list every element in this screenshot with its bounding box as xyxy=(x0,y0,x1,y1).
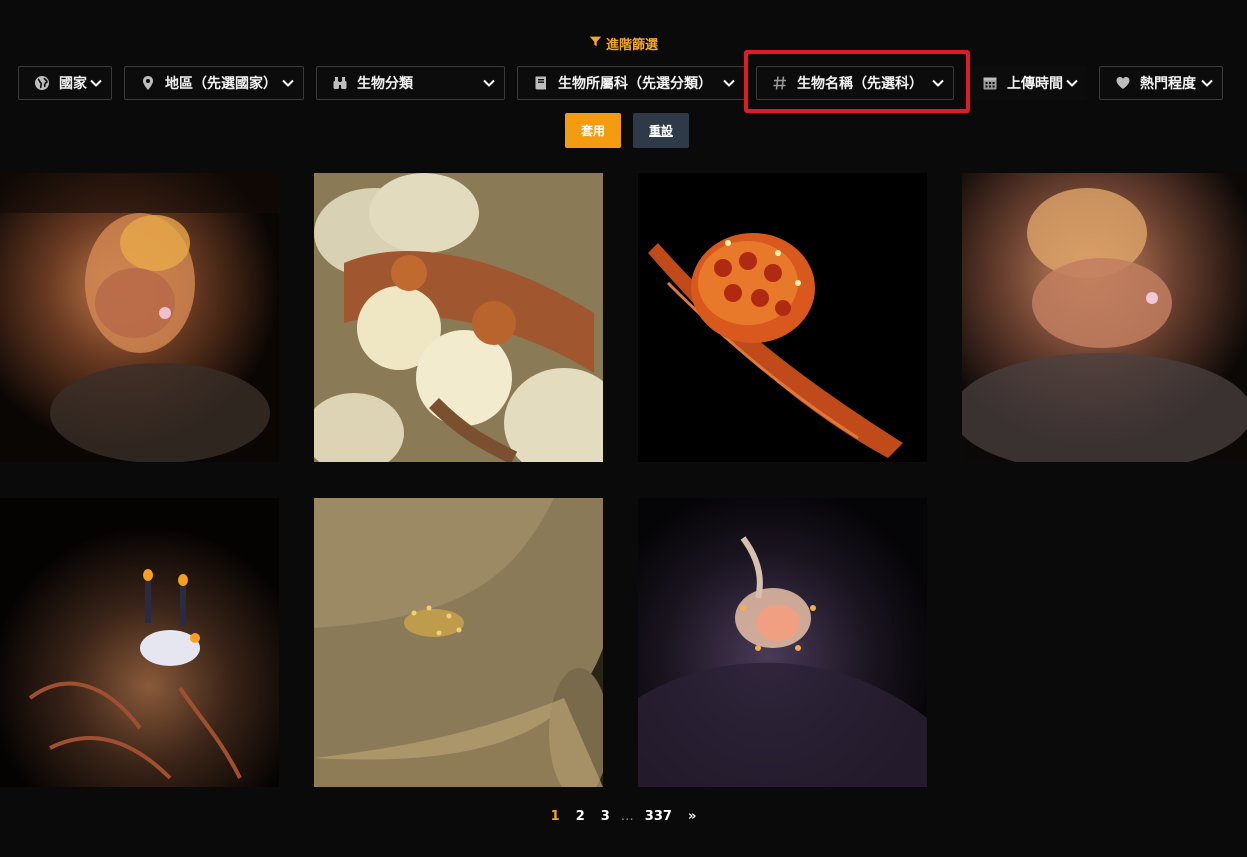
chevron-down-icon xyxy=(482,76,496,90)
gallery-photo[interactable] xyxy=(0,173,279,462)
hashtag-icon xyxy=(771,75,788,92)
chevron-down-icon xyxy=(931,76,945,90)
gallery-page: 進階篩選 國家 地區（先選國家） 生物分類 生物所屬科（先選分類） 生物名稱（先… xyxy=(0,0,1247,857)
page-link[interactable]: 3 xyxy=(601,809,610,824)
popularity-dropdown[interactable]: 熱門程度 xyxy=(1099,66,1223,100)
gallery-photo[interactable] xyxy=(962,173,1247,462)
filter-icon xyxy=(589,35,602,52)
next-page-link[interactable]: » xyxy=(688,809,696,824)
family-dropdown[interactable]: 生物所屬科（先選分類） xyxy=(517,66,745,100)
shrimp-in-anemone-photo xyxy=(638,498,927,787)
gallery-photo[interactable] xyxy=(638,173,927,462)
reset-button[interactable]: 重設 xyxy=(633,113,689,148)
shrimp-on-coral-photo xyxy=(314,498,603,787)
classification-dropdown[interactable]: 生物分類 xyxy=(316,66,505,100)
gallery-photo[interactable] xyxy=(314,498,603,787)
pagination-ellipsis: … xyxy=(620,808,634,824)
region-dropdown[interactable]: 地區（先選國家） xyxy=(124,66,304,100)
family-label: 生物所屬科（先選分類） xyxy=(558,76,712,92)
heart-icon xyxy=(1114,75,1131,92)
species-name-label: 生物名稱（先選科） xyxy=(797,76,923,92)
apply-button[interactable]: 套用 xyxy=(565,113,621,148)
calendar-icon xyxy=(981,75,998,92)
anemone-shrimp-photo-2 xyxy=(962,173,1247,462)
book-icon xyxy=(532,75,549,92)
page-link-current[interactable]: 1 xyxy=(551,809,560,824)
upload-time-label: 上傳時間 xyxy=(1007,76,1063,92)
species-name-dropdown[interactable]: 生物名稱（先選科） xyxy=(756,66,954,100)
map-pin-icon xyxy=(139,75,156,92)
globe-icon xyxy=(33,75,50,92)
classification-label: 生物分類 xyxy=(357,76,413,92)
chevron-down-icon xyxy=(722,76,736,90)
gallery-photo[interactable] xyxy=(0,498,279,787)
country-label: 國家 xyxy=(59,76,87,92)
chevron-down-icon xyxy=(1200,76,1214,90)
nudibranch-photo xyxy=(0,498,279,787)
gallery-photo[interactable] xyxy=(314,173,603,462)
pagination: 1 2 3 … 337 » xyxy=(0,806,1247,826)
page-link[interactable]: 2 xyxy=(576,809,585,824)
anemone-shrimp-photo xyxy=(0,173,279,462)
chevron-down-icon xyxy=(89,76,103,90)
flamingo-tongue-snail-photo xyxy=(638,173,927,462)
region-label: 地區（先選國家） xyxy=(165,76,277,92)
gallery-photo[interactable] xyxy=(638,498,927,787)
boxer-crab-photo xyxy=(314,173,603,462)
advanced-filter-toggle[interactable]: 進階篩選 xyxy=(0,33,1247,53)
upload-time-dropdown[interactable]: 上傳時間 xyxy=(966,66,1087,100)
binoculars-icon xyxy=(331,75,348,92)
country-dropdown[interactable]: 國家 xyxy=(18,66,112,100)
page-link-last[interactable]: 337 xyxy=(645,809,672,824)
chevron-down-icon xyxy=(281,76,295,90)
advanced-filter-label: 進階篩選 xyxy=(605,37,658,53)
popularity-label: 熱門程度 xyxy=(1140,76,1196,92)
chevron-down-icon xyxy=(1065,76,1079,90)
